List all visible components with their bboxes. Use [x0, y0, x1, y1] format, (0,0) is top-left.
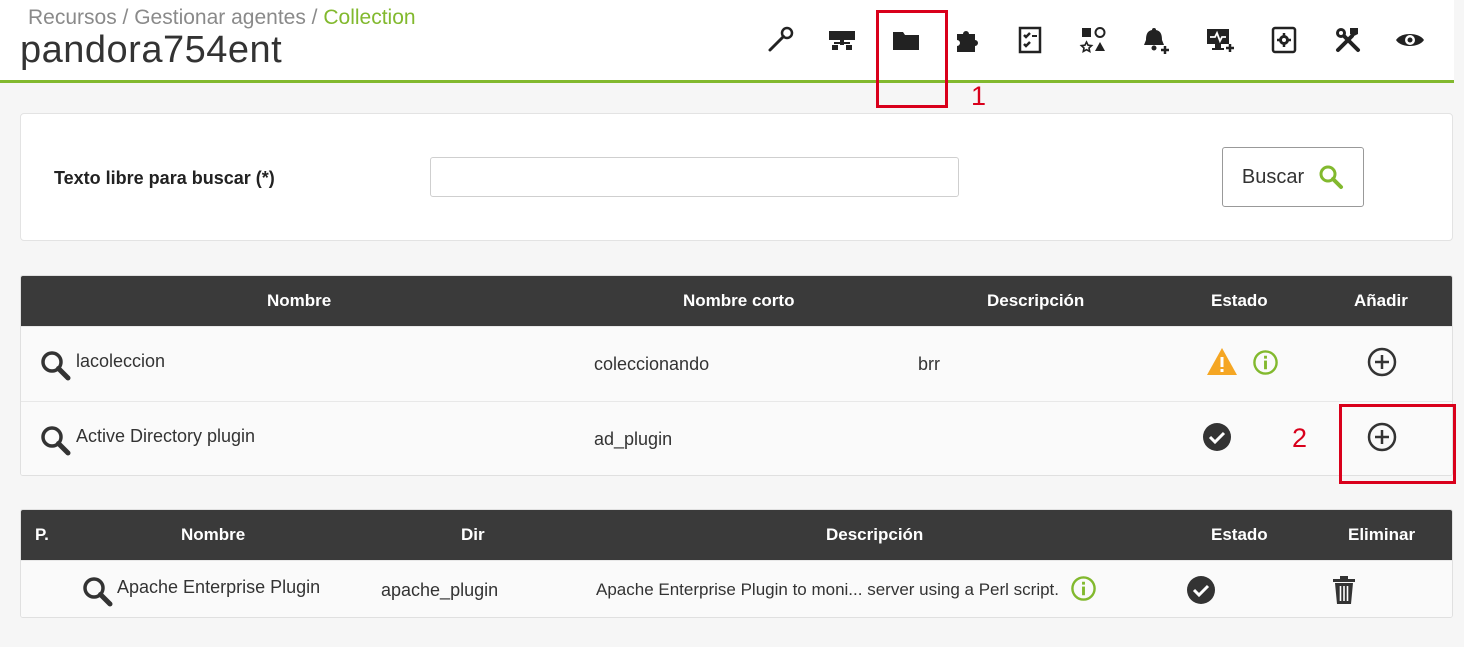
column-header-p: P. [35, 525, 49, 544]
monitor-plus-icon[interactable] [1200, 20, 1240, 60]
network-icon[interactable] [822, 20, 862, 60]
page-header: Recursos / Gestionar agentes / Collectio… [0, 0, 1454, 83]
column-header-dir: Dir [461, 525, 485, 544]
check-circle-icon [1186, 575, 1216, 605]
column-header-nombre: Nombre [181, 525, 246, 544]
search-label: Texto libre para buscar (*) [54, 168, 275, 188]
search-button-label: Buscar [1241, 165, 1305, 188]
breadcrumb-item-gestionar-agentes[interactable]: Gestionar agentes [134, 6, 306, 29]
plus-circle-icon[interactable] [1367, 347, 1397, 377]
breadcrumb-separator: / [116, 6, 135, 29]
available-collections-table: Nombre Nombre corto Descripción Estado A… [20, 275, 1453, 476]
breadcrumb-item-recursos[interactable]: Recursos [28, 6, 117, 29]
row-dir: apache_plugin [381, 580, 499, 600]
check-circle-icon [1202, 422, 1232, 452]
table-row: Apache Enterprise Plugin apache_plugin A… [21, 560, 1452, 617]
warning-icon [1206, 347, 1238, 377]
column-header-estado: Estado [1211, 525, 1268, 544]
bell-plus-icon[interactable] [1136, 20, 1176, 60]
column-header-descripcion: Descripción [987, 291, 1085, 310]
tools-icon[interactable] [1328, 20, 1368, 60]
checklist-icon[interactable] [1010, 20, 1050, 60]
search-button[interactable]: Buscar [1222, 147, 1364, 207]
wrench-icon[interactable] [760, 20, 800, 60]
annotation-label-1: 1 [971, 81, 987, 111]
search-input[interactable] [430, 157, 959, 197]
puzzle-icon[interactable] [948, 20, 988, 60]
column-header-eliminar: Eliminar [1348, 525, 1416, 544]
assigned-collections-table: P. Nombre Dir Descripción Estado Elimina… [20, 509, 1453, 618]
settings-box-icon[interactable] [1264, 20, 1304, 60]
table-header: Nombre Nombre corto Descripción Estado A… [21, 276, 1452, 326]
row-name[interactable]: Active Directory plugin [76, 426, 255, 447]
row-short-name: coleccionando [594, 354, 710, 374]
info-icon[interactable] [1070, 575, 1097, 602]
table-row: lacoleccion coleccionando brr [21, 326, 1452, 401]
shapes-icon[interactable] [1074, 20, 1114, 60]
trash-icon[interactable] [1331, 575, 1357, 605]
magnifier-icon[interactable] [81, 575, 113, 607]
highlight-box-1 [876, 10, 948, 108]
column-header-anadir: Añadir [1354, 291, 1408, 310]
table-row: Active Directory plugin ad_plugin [21, 401, 1452, 475]
page-title: pandora754ent [20, 29, 283, 71]
search-icon [1319, 165, 1344, 189]
highlight-box-2 [1339, 404, 1456, 484]
row-description: Apache Enterprise Plugin to moni... serv… [596, 580, 1059, 599]
breadcrumb-item-collection: Collection [323, 6, 416, 29]
row-short-name: ad_plugin [594, 429, 673, 449]
eye-icon[interactable] [1390, 20, 1430, 60]
column-header-descripcion: Descripción [826, 525, 924, 544]
annotation-label-2: 2 [1292, 423, 1308, 453]
column-header-nombre: Nombre [267, 291, 332, 310]
row-name[interactable]: lacoleccion [76, 351, 165, 372]
row-name[interactable]: Apache Enterprise Plugin [117, 577, 320, 598]
table-header: P. Nombre Dir Descripción Estado Elimina… [21, 510, 1452, 560]
breadcrumb-separator: / [305, 6, 324, 29]
magnifier-icon[interactable] [39, 349, 71, 381]
column-header-estado: Estado [1211, 291, 1268, 310]
magnifier-icon[interactable] [39, 424, 71, 456]
row-description: brr [918, 354, 940, 374]
info-icon[interactable] [1252, 349, 1279, 376]
column-header-nombre-corto: Nombre corto [683, 291, 795, 310]
search-panel: Texto libre para buscar (*) Buscar [20, 113, 1453, 241]
breadcrumb: Recursos / Gestionar agentes / Collectio… [28, 6, 416, 30]
